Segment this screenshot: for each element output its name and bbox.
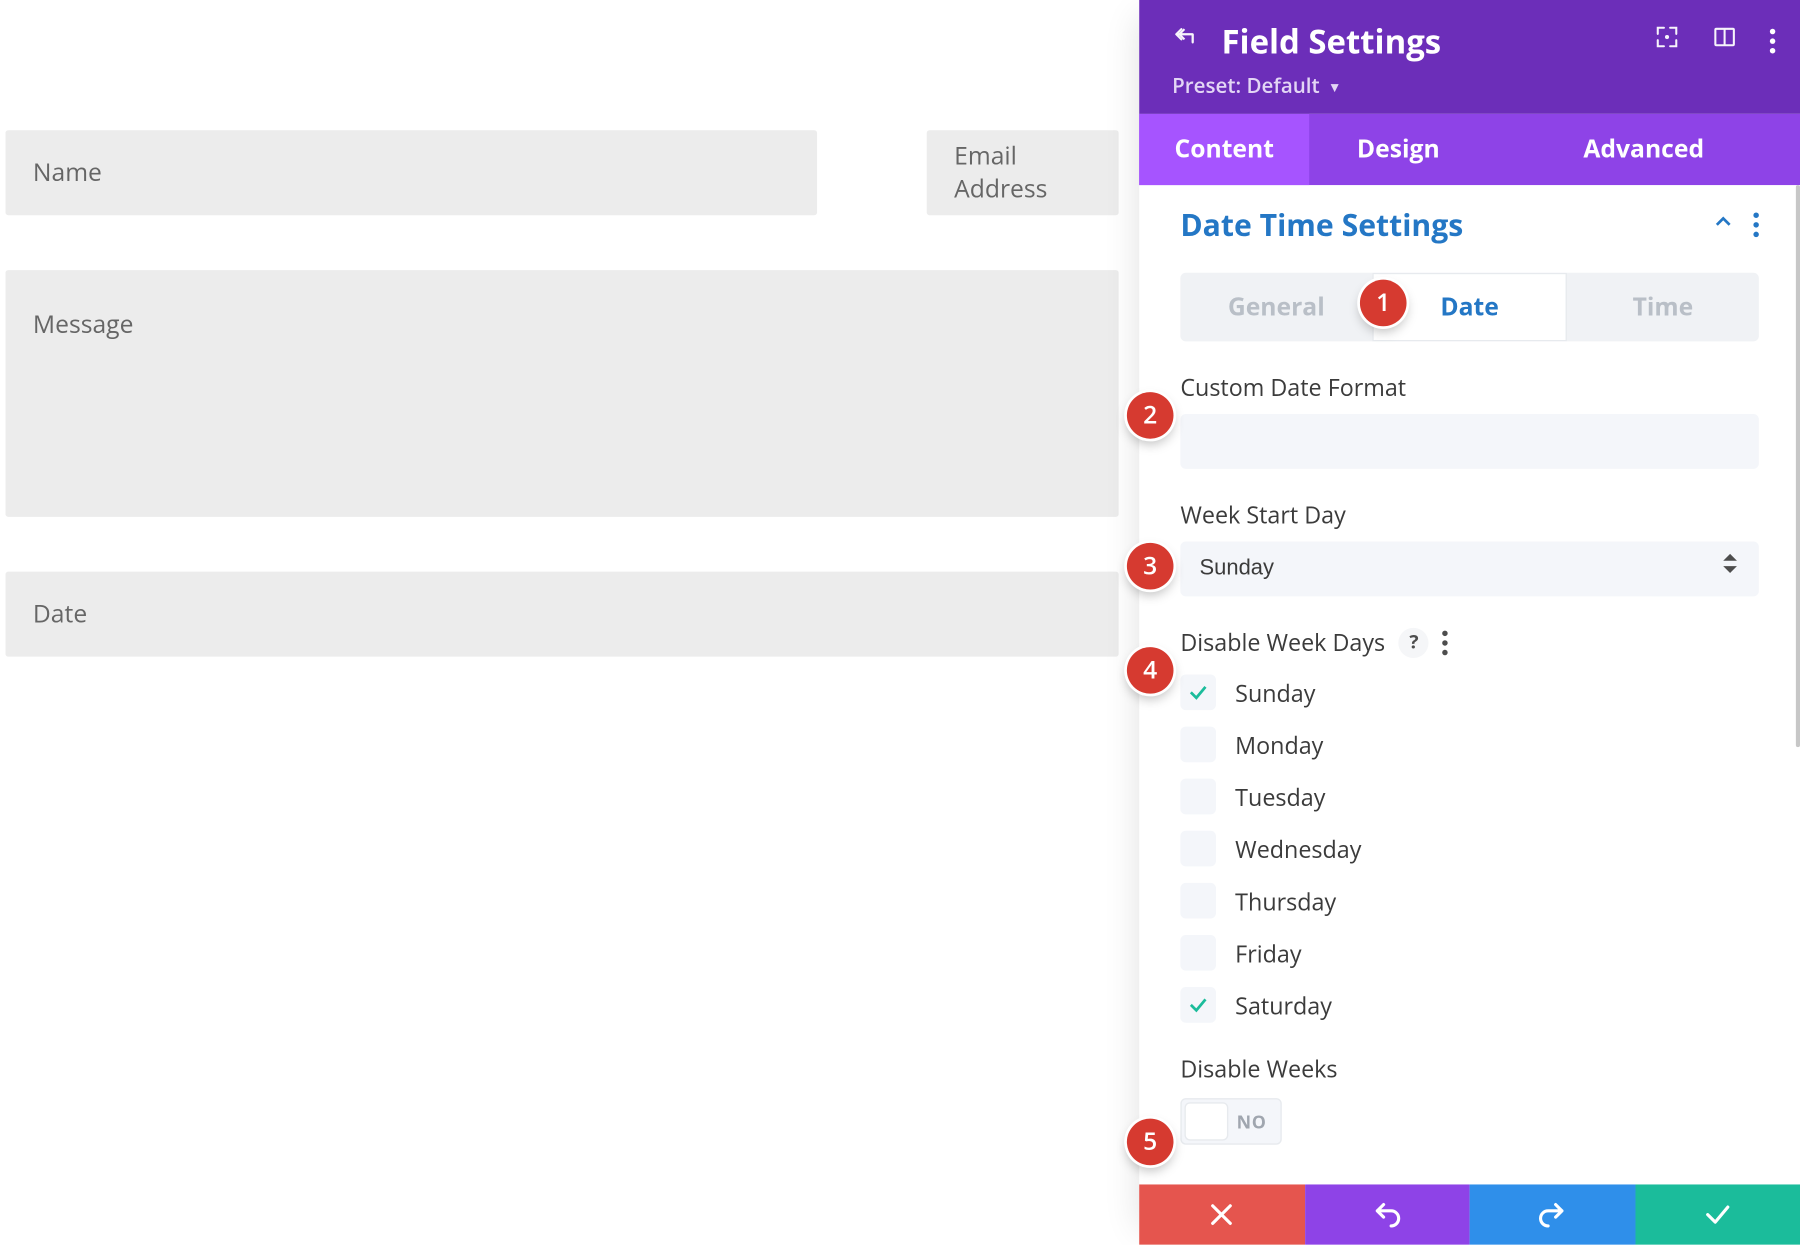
expand-icon[interactable] [1655, 25, 1680, 57]
settings-panel: Field Settings Preset: Default ▼ Content [1139, 0, 1800, 1245]
setting-week-start-day: Week Start Day [1180, 499, 1759, 596]
weekday-label: Sunday [1235, 677, 1315, 709]
save-button[interactable] [1635, 1184, 1800, 1244]
weekday-checkbox-wednesday[interactable]: Wednesday [1180, 831, 1759, 867]
redo-button[interactable] [1470, 1184, 1635, 1244]
cancel-button[interactable] [1139, 1184, 1304, 1244]
weekday-label: Friday [1235, 937, 1301, 969]
disable-weeks-toggle[interactable]: NO [1180, 1098, 1281, 1145]
panel-header: Field Settings Preset: Default ▼ [1139, 0, 1800, 114]
panel-title: Field Settings [1221, 19, 1441, 64]
weekday-label: Saturday [1235, 989, 1332, 1021]
custom-date-format-input[interactable] [1180, 414, 1759, 469]
disable-weeks-label: Disable Weeks [1180, 1053, 1759, 1085]
weekday-checkbox-thursday[interactable]: Thursday [1180, 883, 1759, 919]
panel-footer [1139, 1184, 1800, 1244]
checkbox-icon [1180, 727, 1216, 763]
preset-selector[interactable]: Preset: Default ▼ [1172, 73, 1341, 100]
weekday-checkbox-sunday[interactable]: Sunday [1180, 674, 1759, 710]
section-header[interactable]: Date Time Settings [1139, 185, 1800, 254]
annotation-badge-3: 3 [1127, 543, 1174, 590]
checkbox-icon [1180, 779, 1216, 815]
weekday-checkbox-friday[interactable]: Friday [1180, 935, 1759, 971]
columns-icon[interactable] [1712, 25, 1737, 57]
disable-week-days-label: Disable Week Days [1180, 627, 1385, 659]
weekday-checkbox-tuesday[interactable]: Tuesday [1180, 779, 1759, 815]
email-field-placeholder: Email Address [954, 140, 1091, 206]
weekday-label: Thursday [1235, 885, 1336, 917]
back-icon[interactable] [1172, 26, 1197, 58]
email-field[interactable]: Email Address [927, 130, 1119, 215]
section-title: Date Time Settings [1180, 204, 1463, 245]
weekday-label: Tuesday [1235, 781, 1325, 813]
toggle-knob [1186, 1104, 1227, 1140]
weekday-checkbox-saturday[interactable]: Saturday [1180, 987, 1759, 1023]
weekday-checkbox-monday[interactable]: Monday [1180, 727, 1759, 763]
setting-disable-weeks: Disable Weeks NO [1180, 1053, 1759, 1145]
annotation-badge-2: 2 [1127, 392, 1174, 439]
message-field[interactable]: Message [5, 270, 1118, 517]
annotation-badge-4: 4 [1127, 647, 1174, 694]
tab-content[interactable]: Content [1139, 114, 1309, 185]
subtab-general[interactable]: General [1180, 273, 1372, 342]
week-start-day-label: Week Start Day [1180, 499, 1759, 531]
custom-date-format-label: Custom Date Format [1180, 372, 1759, 404]
setting-disable-week-days: Disable Week Days ? Sunday Monday Tuesday W… [1180, 627, 1759, 1023]
section-menu-icon[interactable] [1753, 212, 1758, 237]
weekday-label: Monday [1235, 729, 1323, 761]
date-field[interactable]: Date [5, 572, 1118, 657]
form-preview: Name Email Address Message Date [5, 130, 1118, 656]
checkbox-icon [1180, 883, 1216, 919]
weekday-label: Wednesday [1235, 833, 1361, 865]
checkbox-icon [1180, 987, 1216, 1023]
setting-custom-date-format: Custom Date Format [1180, 372, 1759, 469]
undo-button[interactable] [1304, 1184, 1469, 1244]
scrollbar[interactable] [1796, 185, 1800, 747]
name-field-placeholder: Name [33, 156, 102, 189]
panel-body: Date Time Settings General Date Time Cus… [1139, 185, 1800, 1184]
toggle-label: NO [1227, 1109, 1276, 1134]
checkbox-icon [1180, 674, 1216, 710]
caret-down-icon: ▼ [1328, 77, 1342, 96]
subtab-time[interactable]: Time [1567, 273, 1759, 342]
week-start-day-select[interactable] [1180, 542, 1759, 597]
annotation-badge-5: 5 [1127, 1119, 1174, 1166]
tab-design[interactable]: Design [1309, 114, 1487, 185]
setting-menu-icon[interactable] [1443, 630, 1448, 655]
select-caret-icon [1723, 554, 1739, 573]
name-field[interactable]: Name [5, 130, 817, 215]
tab-advanced[interactable]: Advanced [1487, 114, 1800, 185]
panel-tabs: Content Design Advanced [1139, 114, 1800, 185]
date-field-placeholder: Date [33, 598, 87, 631]
annotation-badge-1: 1 [1360, 280, 1407, 327]
help-icon[interactable]: ? [1399, 627, 1429, 657]
checkbox-icon [1180, 935, 1216, 971]
message-field-placeholder: Message [33, 308, 134, 341]
preset-label: Preset: Default [1172, 73, 1320, 100]
panel-menu-icon[interactable] [1770, 28, 1775, 53]
checkbox-icon [1180, 831, 1216, 867]
subtab-bar: General Date Time [1180, 273, 1759, 342]
collapse-icon[interactable] [1712, 210, 1734, 240]
